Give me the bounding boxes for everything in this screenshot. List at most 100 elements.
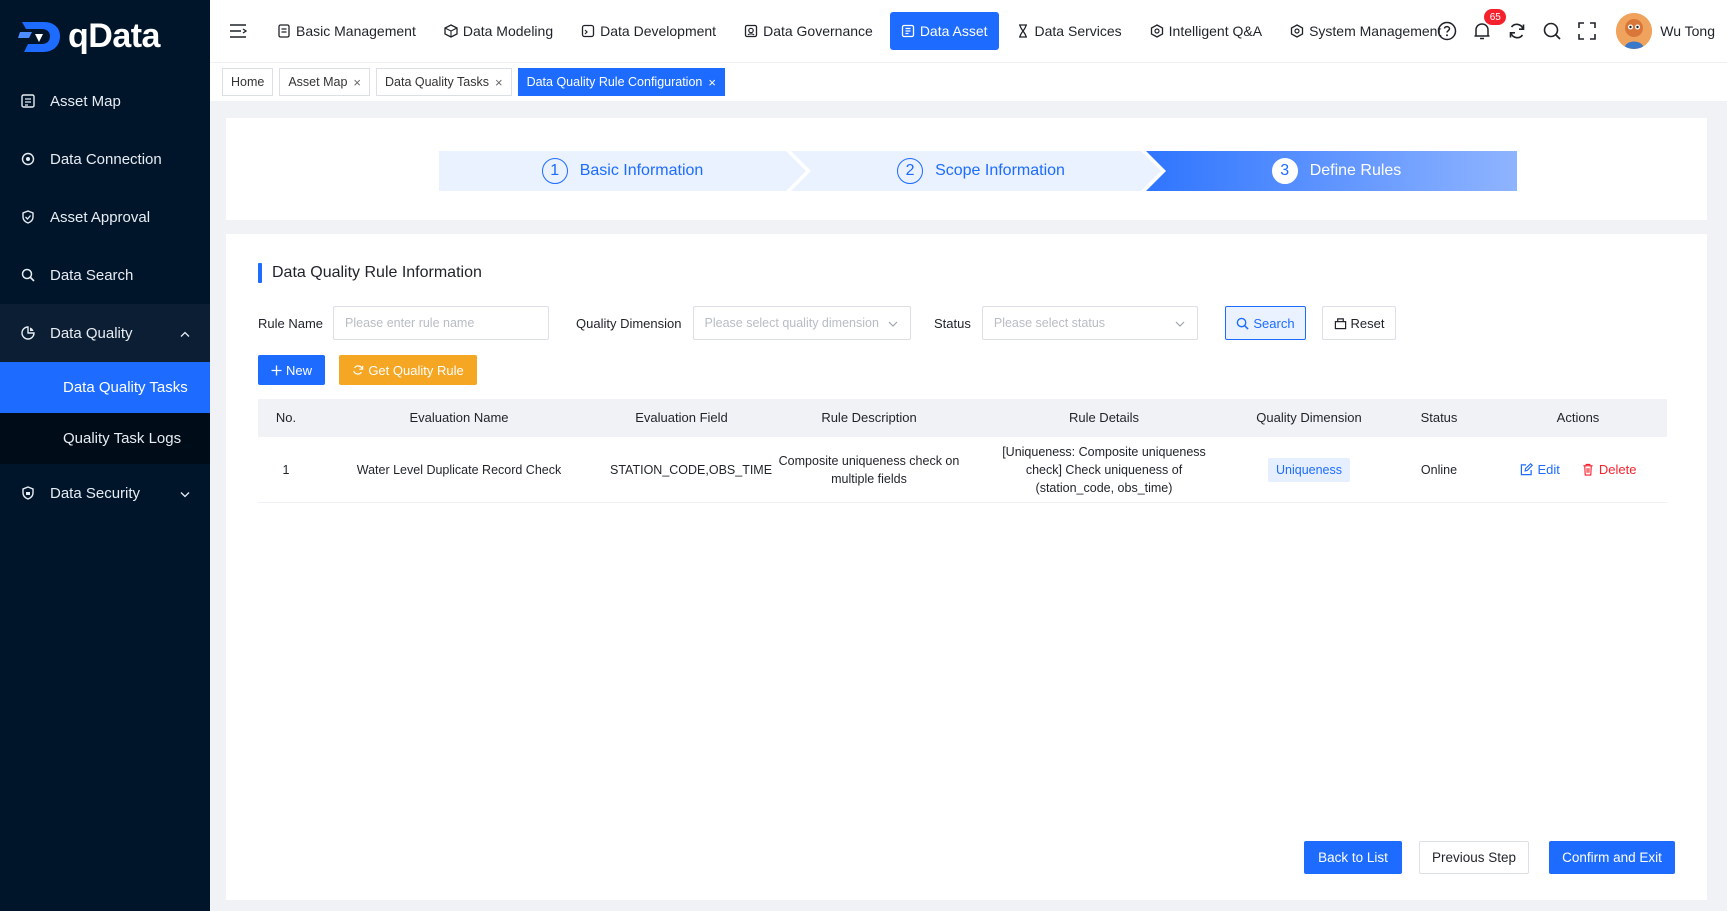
sidebar-item-data-security[interactable]: Data Security <box>0 464 210 522</box>
nav-label: Data Governance <box>763 23 873 39</box>
tab-label: Home <box>231 75 265 89</box>
sidebar-item-label: Data Security <box>50 484 141 502</box>
nav-data-asset[interactable]: Data Asset <box>889 12 999 50</box>
new-button[interactable]: New <box>258 355 325 385</box>
column-header: Rule Details <box>1068 410 1140 425</box>
step-label: Scope Information <box>935 162 1065 179</box>
previous-step-label: Previous Step <box>1431 850 1517 865</box>
delete-button[interactable]: Delete <box>1582 461 1636 479</box>
sidebar-item-data-search[interactable]: Data Search <box>0 246 210 304</box>
table-header: No. Evaluation Name Evaluation Field Rul… <box>258 399 1667 437</box>
trash-icon <box>1583 463 1593 476</box>
column-header: Quality Dimension <box>1256 410 1362 425</box>
status-select[interactable]: Please select status <box>981 306 1198 340</box>
security-icon <box>20 485 36 501</box>
step-basic-information[interactable]: 1 Basic Information <box>439 151 806 191</box>
sidebar-item-quality-task-logs[interactable]: Quality Task Logs <box>0 413 210 464</box>
evaluation-field: STATION_CODE,OBS_TIME <box>610 462 773 477</box>
filter-quality-dimension: Quality Dimension Please select quality … <box>576 306 911 340</box>
nav-data-services[interactable]: Data Services <box>1005 12 1133 50</box>
chevron-down-icon <box>180 485 190 502</box>
user-name[interactable]: Wu Tong <box>1660 23 1715 39</box>
rule-name-label: Rule Name <box>258 315 324 331</box>
cube-icon <box>444 24 458 38</box>
tab-label: Data Quality Rule Configuration <box>526 75 703 89</box>
rule-name-input[interactable]: Please enter rule name <box>333 306 550 340</box>
step-define-rules[interactable]: 3 Define Rules <box>1156 151 1517 191</box>
notification-bell-icon[interactable]: 65 <box>1464 9 1507 41</box>
sidebar-item-data-quality[interactable]: Data Quality <box>0 304 210 362</box>
quality-dimension-select[interactable]: Please select quality dimension <box>692 306 911 340</box>
quality-dimension-label: Quality Dimension <box>576 315 682 331</box>
nav-data-development[interactable]: Data Development <box>570 12 727 50</box>
row-number: 1 <box>282 462 290 477</box>
refresh-icon[interactable] <box>1499 21 1534 41</box>
close-icon[interactable]: × <box>353 75 361 90</box>
placeholder-text: Please select quality dimension <box>704 316 879 330</box>
sidebar-item-label: Data Connection <box>50 150 162 168</box>
sidebar-item-label: Asset Map <box>50 92 121 110</box>
fullscreen-icon[interactable] <box>1569 22 1604 40</box>
table-row: 1 Water Level Duplicate Record Check STA… <box>258 437 1667 503</box>
nav-basic-management[interactable]: Basic Management <box>266 12 427 50</box>
nav-label: System Management <box>1309 23 1442 39</box>
column-header: Rule Description <box>821 410 917 425</box>
nav-data-modeling[interactable]: Data Modeling <box>433 12 564 50</box>
reset-icon <box>1334 317 1346 329</box>
nav-system-management[interactable]: System Management <box>1279 12 1452 50</box>
governance-icon <box>744 24 758 38</box>
help-icon[interactable] <box>1429 21 1464 41</box>
sidebar-item-asset-approval[interactable]: Asset Approval <box>0 188 210 246</box>
step-number: 3 <box>1271 158 1298 184</box>
close-icon[interactable]: × <box>495 75 503 90</box>
reset-button[interactable]: Reset <box>1322 306 1396 340</box>
tab-data-quality-rule-configuration[interactable]: Data Quality Rule Configuration × <box>517 68 725 96</box>
tab-asset-map[interactable]: Asset Map × <box>279 68 370 96</box>
section-title-text: Data Quality Rule Information <box>272 264 482 281</box>
edit-button[interactable]: Edit <box>1520 461 1560 479</box>
wizard-steps: 1 Basic Information 2 Scope Information … <box>439 151 1517 191</box>
previous-step-button[interactable]: Previous Step <box>1419 841 1529 874</box>
search-button[interactable]: Search <box>1225 306 1306 340</box>
approval-icon <box>20 209 36 225</box>
sidebar-item-data-quality-tasks[interactable]: Data Quality Tasks <box>0 362 210 413</box>
close-icon[interactable]: × <box>708 75 716 90</box>
management-icon <box>278 24 290 38</box>
nav-intelligent-qa[interactable]: Intelligent Q&A <box>1139 12 1273 50</box>
placeholder-text: Please enter rule name <box>345 316 475 330</box>
nav-label: Basic Management <box>296 23 416 39</box>
nav-label: Data Modeling <box>462 23 554 39</box>
sidebar-item-label: Quality Task Logs <box>63 430 182 447</box>
connection-icon <box>20 151 36 167</box>
menu-toggle-icon[interactable] <box>210 24 266 38</box>
tab-data-quality-tasks[interactable]: Data Quality Tasks × <box>376 68 512 96</box>
sidebar-item-data-connection[interactable]: Data Connection <box>0 130 210 188</box>
get-quality-rule-button[interactable]: Get Quality Rule <box>339 355 477 385</box>
step-scope-information[interactable]: 2 Scope Information <box>801 151 1161 191</box>
quality-dimension-tag: Uniqueness <box>1267 457 1350 482</box>
avatar[interactable] <box>1616 13 1653 49</box>
tab-home[interactable]: Home <box>222 68 274 96</box>
steps-card: 1 Basic Information 2 Scope Information … <box>226 118 1707 220</box>
actions-cell: Edit Delete <box>1489 461 1667 479</box>
sidebar-item-label: Data Quality <box>50 324 133 342</box>
asset-map-icon <box>20 93 36 109</box>
rule-details: [Uniqueness: Composite uniqueness check]… <box>1002 444 1206 495</box>
global-search-icon[interactable] <box>1534 21 1569 41</box>
column-header: Evaluation Field <box>635 410 728 425</box>
step-label: Define Rules <box>1309 162 1402 179</box>
search-icon <box>20 267 36 283</box>
sidebar-item-asset-map[interactable]: Asset Map <box>0 72 210 130</box>
nav-label: Data Asset <box>919 23 988 39</box>
confirm-and-exit-button[interactable]: Confirm and Exit <box>1549 841 1675 874</box>
back-to-list-button[interactable]: Back to List <box>1304 841 1402 874</box>
rule-description: Composite uniqueness check on multiple f… <box>778 453 960 486</box>
chevron-down-icon <box>888 316 898 330</box>
section-title: Data Quality Rule Information <box>258 263 482 283</box>
evaluation-name: Water Level Duplicate Record Check <box>356 462 562 477</box>
nav-label: Intelligent Q&A <box>1168 23 1263 39</box>
column-header: Actions <box>1556 410 1600 425</box>
sidebar-item-label: Data Quality Tasks <box>63 379 188 396</box>
nav-data-governance[interactable]: Data Governance <box>733 12 884 50</box>
confirm-and-exit-label: Confirm and Exit <box>1562 850 1662 865</box>
